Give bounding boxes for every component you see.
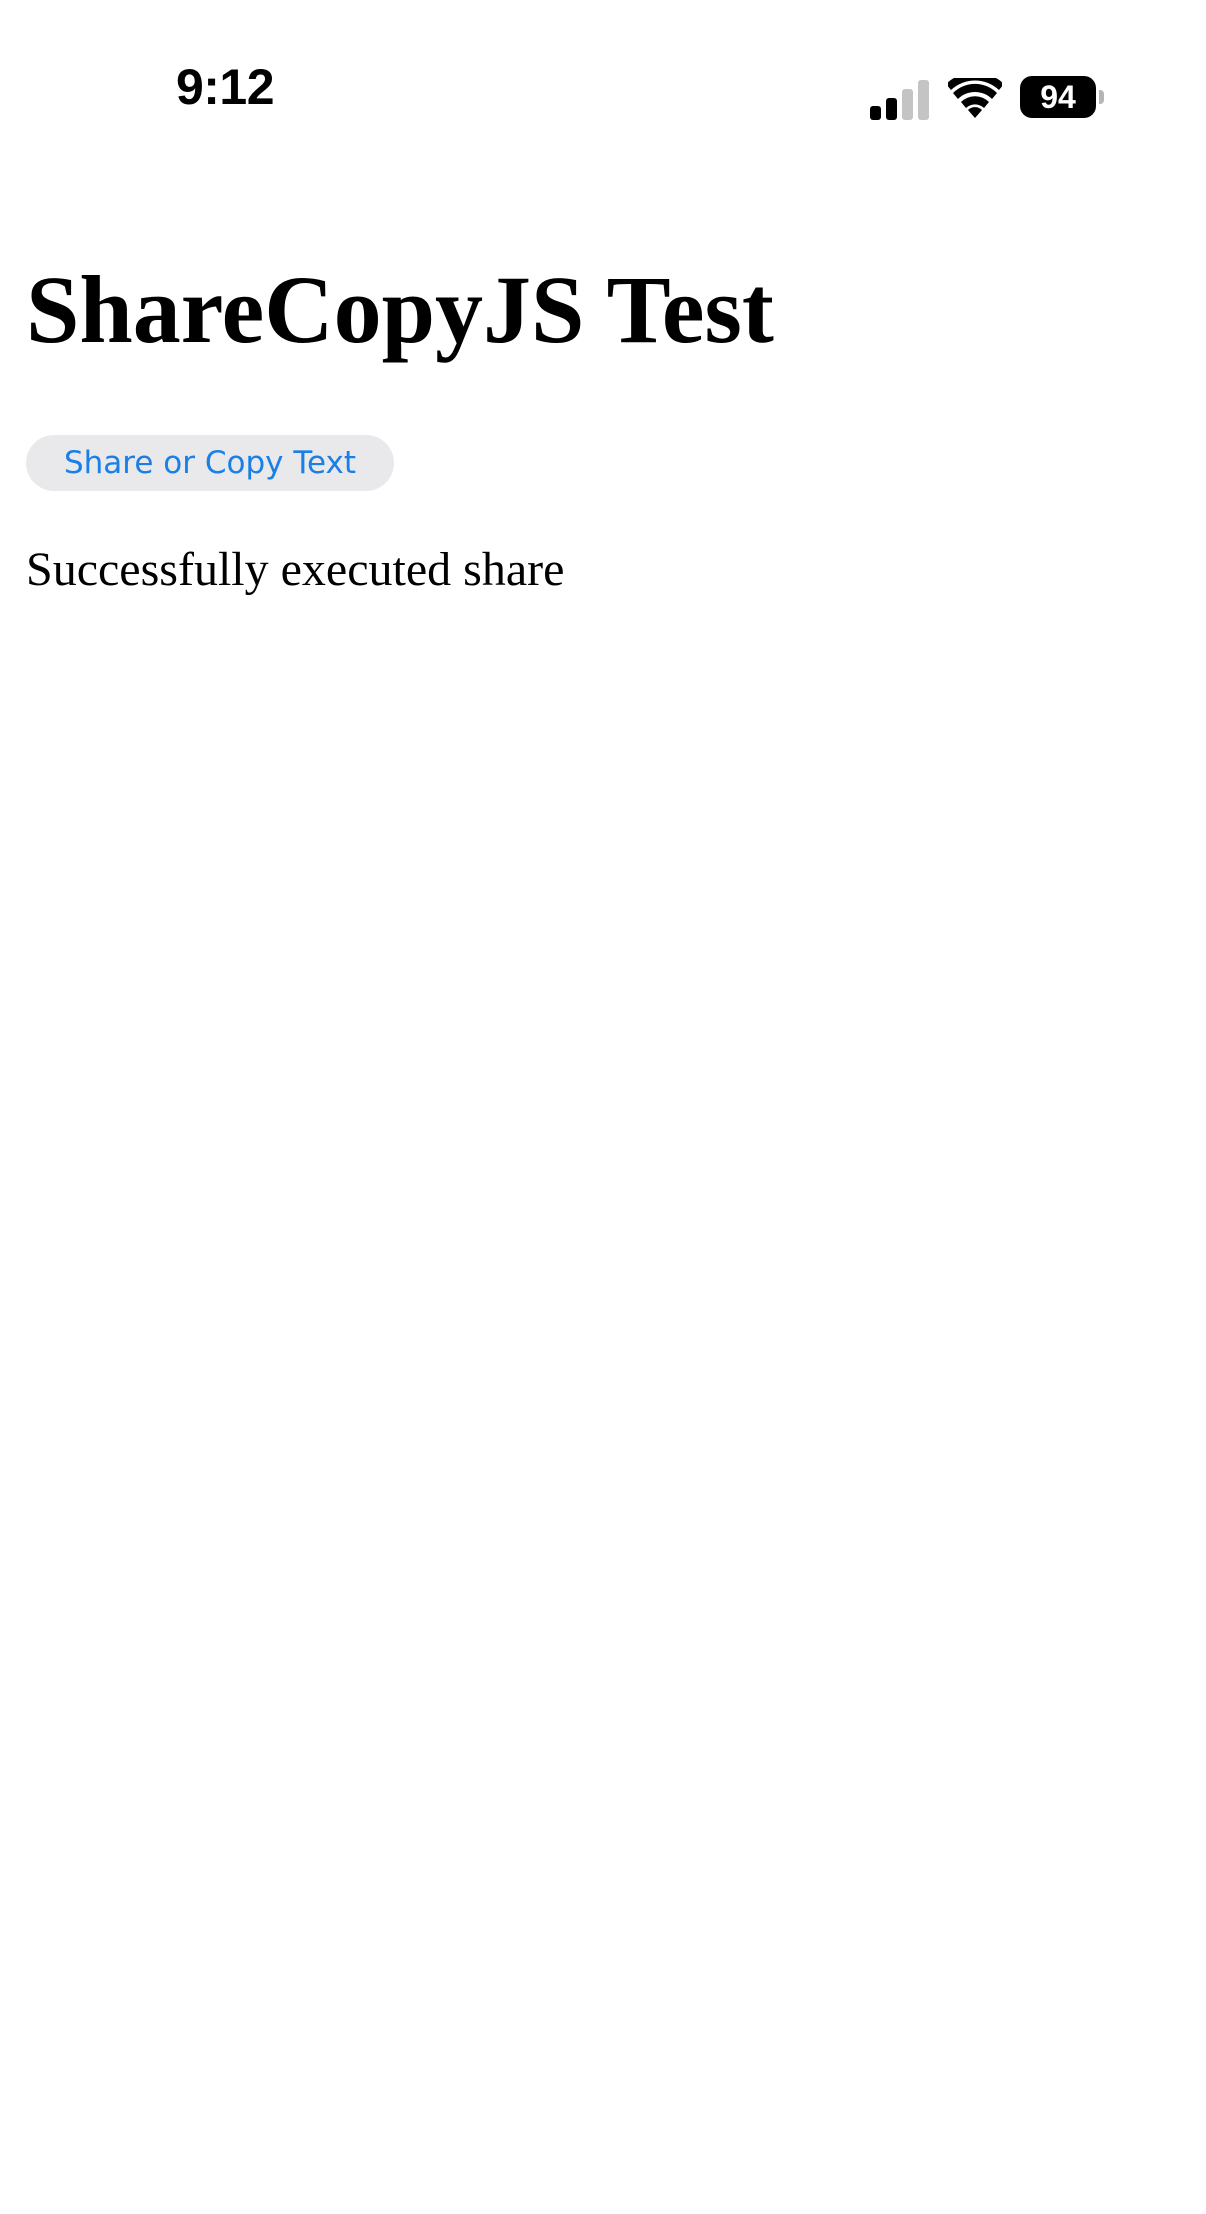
result-message: Successfully executed share [26, 543, 565, 596]
status-bar: 9:12 94 [0, 0, 1206, 140]
cellular-signal-icon [870, 80, 929, 120]
page-title: ShareCopyJS Test [26, 256, 774, 363]
battery-level: 94 [1040, 79, 1076, 115]
status-icons: 94 [870, 76, 1120, 122]
status-time: 9:12 [175, 59, 275, 115]
wifi-icon [948, 78, 1002, 118]
battery-icon: 94 [1020, 76, 1108, 120]
share-or-copy-button[interactable]: Share or Copy Text [26, 435, 394, 491]
battery-cap [1099, 90, 1104, 104]
